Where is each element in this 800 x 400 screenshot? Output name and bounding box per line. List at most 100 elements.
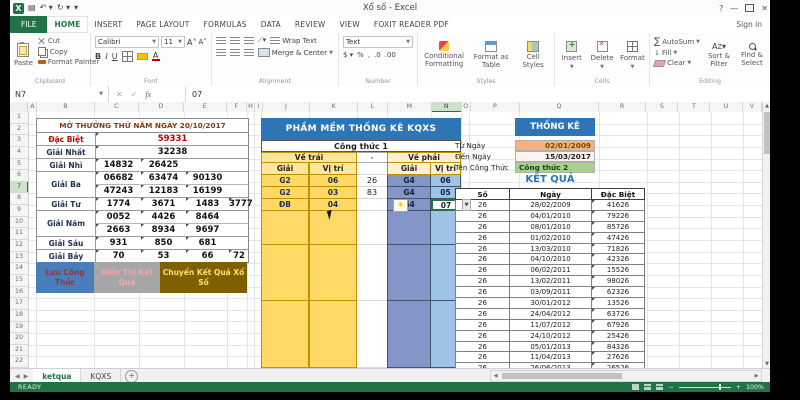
empty-cell[interactable] xyxy=(357,301,387,313)
result-cell[interactable]: 24/04/2012 xyxy=(510,309,592,320)
empty-cell[interactable] xyxy=(387,356,431,368)
horizontal-scroll-thumb[interactable] xyxy=(502,373,622,379)
sheet-tab-kqxs[interactable]: KQXS xyxy=(81,369,121,383)
formula-input[interactable]: 07 xyxy=(186,86,770,102)
result-cell[interactable]: 71826 xyxy=(592,244,645,255)
column-header-C[interactable]: C xyxy=(95,102,140,112)
empty-cell[interactable] xyxy=(357,233,387,245)
prize-value[interactable]: 3671 xyxy=(141,198,186,210)
column-header-L[interactable]: L xyxy=(358,102,388,112)
prize-value[interactable]: 8464 xyxy=(186,211,229,223)
ribbon-tab-foxit-reader-pdf[interactable]: FOXIT READER PDF xyxy=(367,16,456,33)
result-cell[interactable]: 63726 xyxy=(592,309,645,320)
row-header-10[interactable]: 10 xyxy=(10,217,28,229)
increase-decimal-icon[interactable]: .0 xyxy=(374,51,381,59)
row-header-22[interactable]: 22 xyxy=(10,356,28,368)
sheet-tab-ketqua[interactable]: ketqua xyxy=(33,369,81,383)
middle-value-cell[interactable]: 26 xyxy=(357,175,387,187)
result-cell[interactable]: 28/02/2009 xyxy=(510,200,592,211)
result-cell[interactable]: 13/02/2011 xyxy=(510,276,592,287)
empty-cell[interactable] xyxy=(387,323,431,335)
column-header-E[interactable]: E xyxy=(184,102,227,112)
right-prize-header[interactable]: Giải xyxy=(387,163,431,175)
empty-cell[interactable] xyxy=(357,211,387,223)
field-value-t-n-c-ng-th-c[interactable]: Công thức 2 xyxy=(515,162,595,173)
prize-value[interactable]: 12183 xyxy=(141,185,186,197)
empty-cell[interactable] xyxy=(357,323,387,335)
empty-cell[interactable] xyxy=(357,345,387,357)
result-cell[interactable]: 41626 xyxy=(592,200,645,211)
empty-cell[interactable] xyxy=(309,345,357,357)
zoom-in-icon[interactable]: + xyxy=(736,384,741,391)
cell-styles-button[interactable]: Cell Styles xyxy=(516,36,550,74)
scroll-right-icon[interactable]: ▶ xyxy=(752,373,761,379)
prize-value[interactable]: 59331 xyxy=(96,133,249,145)
clear-button[interactable]: Clear▼ xyxy=(654,59,700,67)
column-header-B[interactable]: B xyxy=(37,102,94,112)
column-header-U[interactable]: U xyxy=(710,102,742,112)
insert-function-icon[interactable]: fx xyxy=(145,90,151,99)
ribbon-tab-page-layout[interactable]: PAGE LAYOUT xyxy=(129,16,196,33)
column-header-Q[interactable]: Q xyxy=(520,102,599,112)
ribbon-tab-data[interactable]: DATA xyxy=(254,16,288,33)
empty-cell[interactable] xyxy=(387,301,431,313)
conditional-formatting-button[interactable]: Conditional Formatting xyxy=(422,36,466,74)
result-cell[interactable]: 26 xyxy=(455,309,510,320)
prize-value[interactable]: 3777 xyxy=(229,198,249,210)
prize-value[interactable]: 32238 xyxy=(96,146,249,158)
result-cell[interactable]: 30/01/2012 xyxy=(510,298,592,309)
result-cell[interactable]: 47426 xyxy=(592,233,645,244)
merge-center-button[interactable]: Merge & Center▼ xyxy=(258,48,333,57)
row-header-19[interactable]: 19 xyxy=(10,322,28,334)
prize-value[interactable]: 06682 xyxy=(96,172,141,184)
paste-button[interactable]: Paste xyxy=(14,36,33,74)
prize-value[interactable]: 63474 xyxy=(141,172,186,184)
font-color-icon[interactable]: A xyxy=(152,52,160,61)
scroll-left-icon[interactable]: ◀ xyxy=(491,373,500,379)
result-cell[interactable]: 13/03/2010 xyxy=(510,244,592,255)
column-header-F[interactable]: F xyxy=(227,102,247,112)
prize-value[interactable]: 681 xyxy=(186,237,229,249)
empty-cell[interactable] xyxy=(261,312,309,324)
result-cell[interactable]: 05/01/2013 xyxy=(510,342,592,353)
result-cell[interactable]: 85726 xyxy=(592,222,645,233)
result-cell[interactable]: 04/01/2010 xyxy=(510,211,592,222)
grow-font-icon[interactable]: A˄ xyxy=(187,38,196,47)
font-size-select[interactable]: 11▼ xyxy=(161,36,185,48)
scroll-down-icon[interactable]: ▼ xyxy=(763,360,770,368)
empty-cell[interactable] xyxy=(357,312,387,324)
borders-icon[interactable] xyxy=(122,51,133,62)
result-cell[interactable]: 26526 xyxy=(592,363,645,368)
align-top-icon[interactable] xyxy=(216,37,226,44)
prize-value[interactable]: 9697 xyxy=(186,224,229,236)
result-cell[interactable]: 26 xyxy=(455,244,510,255)
left-prize-header[interactable]: Giải xyxy=(261,163,309,175)
empty-cell[interactable] xyxy=(357,289,387,301)
left-prize-cell[interactable]: G2 xyxy=(261,187,309,199)
prize-value[interactable]: 4426 xyxy=(141,211,186,223)
column-header-H[interactable]: H xyxy=(247,102,255,112)
column-header-J[interactable]: J xyxy=(263,102,311,112)
result-cell[interactable]: 26 xyxy=(455,233,510,244)
prize-value[interactable]: 53 xyxy=(141,250,186,262)
empty-cell[interactable] xyxy=(387,345,431,357)
empty-cell[interactable] xyxy=(309,278,357,290)
prize-value[interactable]: 1774 xyxy=(96,198,141,210)
transfer-lottery-result-button[interactable]: Chuyển Kết Quả Xổ Số xyxy=(160,262,247,293)
smart-tag-icon[interactable]: ✳ xyxy=(393,199,408,212)
fill-color-icon[interactable] xyxy=(137,53,148,60)
empty-cell[interactable] xyxy=(261,222,309,234)
row-header-6[interactable]: 6 xyxy=(10,170,28,182)
column-header-I[interactable]: I xyxy=(255,102,263,112)
column-header-R[interactable]: R xyxy=(599,102,647,112)
row-header-9[interactable]: 9 xyxy=(10,205,28,217)
formula-name-cell[interactable]: Công thức 1 xyxy=(261,140,461,152)
empty-cell[interactable] xyxy=(261,256,309,268)
column-header-V[interactable]: V xyxy=(743,102,762,112)
row-header-14[interactable]: 14 xyxy=(10,263,28,275)
right-group-header[interactable]: Về phải xyxy=(387,152,461,163)
empty-cell[interactable] xyxy=(387,256,431,268)
add-sheet-button[interactable]: + xyxy=(125,370,138,383)
horizontal-scrollbar[interactable]: ◀ ▶ xyxy=(490,370,762,382)
sign-in-link[interactable]: Sign in xyxy=(728,16,770,33)
